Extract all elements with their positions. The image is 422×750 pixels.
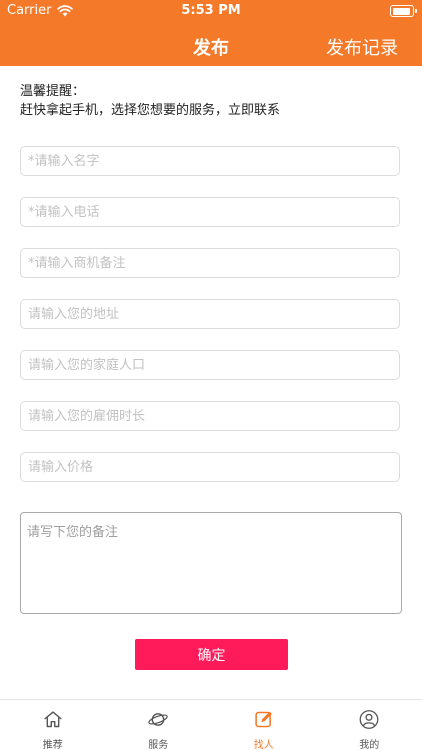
edit-icon [255,711,272,728]
tab-bar: 推荐 服务 找人 我的 [0,699,422,750]
tab-mine[interactable]: 我的 [317,700,422,750]
planet-icon [148,713,168,726]
status-time: 5:53 PM [181,3,241,18]
header: Carrier 5:53 PM 发布 发布记录 [0,0,422,66]
publish-history-button[interactable]: 发布记录 [326,34,398,60]
reminder-heading: 温馨提醒： [20,84,86,99]
user-icon [359,710,379,729]
price-input[interactable] [20,452,400,482]
business-notes-input[interactable] [20,248,400,278]
home-icon [44,711,62,728]
name-input[interactable] [20,146,400,176]
phone-input[interactable] [20,197,400,227]
tab-label: 我的 [359,740,380,750]
tab-recommend[interactable]: 推荐 [0,700,106,750]
tab-label: 推荐 [42,740,63,750]
publish-screen: Carrier 5:53 PM 发布 发布记录 温馨提醒： 赶快拿起手机，选择您… [0,0,422,750]
remarks-textarea[interactable] [20,512,402,614]
reminder-text: 赶快拿起手机，选择您想要的服务，立即联系 [20,103,281,118]
employment-duration-input[interactable] [20,401,400,431]
tab-services[interactable]: 服务 [106,700,212,750]
reminder: 温馨提醒： 赶快拿起手机，选择您想要的服务，立即联系 [20,82,280,120]
battery-icon [390,5,417,17]
confirm-button[interactable]: 确定 [135,639,288,670]
tab-label: 找人 [253,740,274,750]
address-input[interactable] [20,299,400,329]
tab-label: 服务 [148,740,169,750]
status-bar: Carrier 5:53 PM [0,0,422,22]
household-size-input[interactable] [20,350,400,380]
tab-find-people[interactable]: 找人 [211,700,317,750]
